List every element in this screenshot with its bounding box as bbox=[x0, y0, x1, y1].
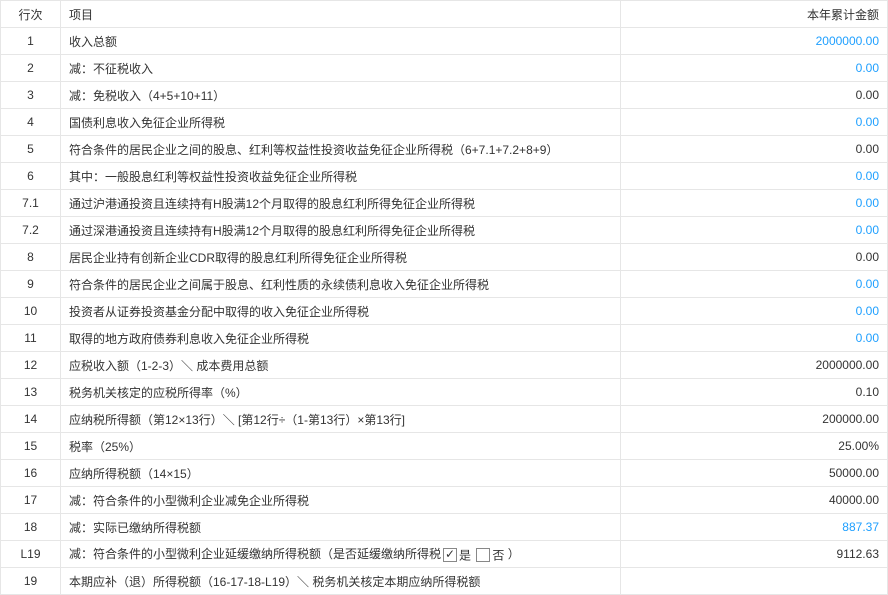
row-amount: 0.00 bbox=[621, 244, 888, 271]
row-item: 投资者从证券投资基金分配中取得的收入免征企业所得税 bbox=[61, 298, 621, 325]
header-rownum: 行次 bbox=[1, 1, 61, 28]
row-number: 19 bbox=[1, 568, 61, 595]
table-row: 15税率（25%）25.00% bbox=[1, 433, 888, 460]
row-item: 国债利息收入免征企业所得税 bbox=[61, 109, 621, 136]
row-amount[interactable]: 0.00 bbox=[621, 163, 888, 190]
row-amount: 0.10 bbox=[621, 379, 888, 406]
table-row: 3减：免税收入（4+5+10+11）0.00 bbox=[1, 82, 888, 109]
table-row: 17减：符合条件的小型微利企业减免企业所得税40000.00 bbox=[1, 487, 888, 514]
table-row: 19本期应补（退）所得税额（16-17-18-L19）＼ 税务机关核定本期应纳所… bbox=[1, 568, 888, 595]
table-row: 13税务机关核定的应税所得率（%）0.10 bbox=[1, 379, 888, 406]
row-number: 1 bbox=[1, 28, 61, 55]
row-number: 13 bbox=[1, 379, 61, 406]
row-item: 减：符合条件的小型微利企业减免企业所得税 bbox=[61, 487, 621, 514]
header-row: 行次 项目 本年累计金额 bbox=[1, 1, 888, 28]
table-row: 18减：实际已缴纳所得税额887.37 bbox=[1, 514, 888, 541]
row-amount[interactable]: 0.00 bbox=[621, 217, 888, 244]
row-item: 通过沪港通投资且连续持有H股满12个月取得的股息红利所得免征企业所得税 bbox=[61, 190, 621, 217]
row-item: 减：实际已缴纳所得税额 bbox=[61, 514, 621, 541]
row-amount[interactable]: 887.37 bbox=[621, 514, 888, 541]
row-amount: 0.00 bbox=[621, 82, 888, 109]
row-item: 减：符合条件的小型微利企业延缓缴纳所得税额（是否延缓缴纳所得税 是 否 ） bbox=[61, 541, 621, 568]
tax-table: 行次 项目 本年累计金额 1收入总额2000000.002减：不征税收入0.00… bbox=[0, 0, 888, 595]
row-item: 符合条件的居民企业之间属于股息、红利性质的永续债利息收入免征企业所得税 bbox=[61, 271, 621, 298]
row-number: 15 bbox=[1, 433, 61, 460]
row-number: 7.1 bbox=[1, 190, 61, 217]
table-row: 8居民企业持有创新企业CDR取得的股息红利所得免征企业所得税0.00 bbox=[1, 244, 888, 271]
row-number: 18 bbox=[1, 514, 61, 541]
row-number: 6 bbox=[1, 163, 61, 190]
row-number: 3 bbox=[1, 82, 61, 109]
row-amount[interactable]: 0.00 bbox=[621, 55, 888, 82]
row-number: 8 bbox=[1, 244, 61, 271]
row-number: 10 bbox=[1, 298, 61, 325]
row-item: 税率（25%） bbox=[61, 433, 621, 460]
table-row: 14应纳税所得额（第12×13行）＼ [第12行÷（1-第13行）×第13行]2… bbox=[1, 406, 888, 433]
table-row: 12应税收入额（1-2-3）＼ 成本费用总额2000000.00 bbox=[1, 352, 888, 379]
label-no: 否 bbox=[492, 548, 504, 562]
table-row: 5符合条件的居民企业之间的股息、红利等权益性投资收益免征企业所得税（6+7.1+… bbox=[1, 136, 888, 163]
row-amount[interactable]: 0.00 bbox=[621, 325, 888, 352]
row-amount[interactable]: 0.00 bbox=[621, 271, 888, 298]
table-row: 1收入总额2000000.00 bbox=[1, 28, 888, 55]
table-row: 2减：不征税收入0.00 bbox=[1, 55, 888, 82]
row-item: 收入总额 bbox=[61, 28, 621, 55]
row-item: 应纳所得税额（14×15） bbox=[61, 460, 621, 487]
row-amount: 50000.00 bbox=[621, 460, 888, 487]
row-amount[interactable]: 0.00 bbox=[621, 109, 888, 136]
row-item: 应税收入额（1-2-3）＼ 成本费用总额 bbox=[61, 352, 621, 379]
row-amount[interactable]: 0.00 bbox=[621, 298, 888, 325]
row-number: 2 bbox=[1, 55, 61, 82]
row-number: L19 bbox=[1, 541, 61, 568]
row-amount: 0.00 bbox=[621, 136, 888, 163]
table-row: 4国债利息收入免征企业所得税0.00 bbox=[1, 109, 888, 136]
row-amount bbox=[621, 568, 888, 595]
row-amount[interactable]: 0.00 bbox=[621, 190, 888, 217]
table-row: 7.2通过深港通投资且连续持有H股满12个月取得的股息红利所得免征企业所得税0.… bbox=[1, 217, 888, 244]
header-amount: 本年累计金额 bbox=[621, 1, 888, 28]
row-item: 应纳税所得额（第12×13行）＼ [第12行÷（1-第13行）×第13行] bbox=[61, 406, 621, 433]
row-amount[interactable]: 2000000.00 bbox=[621, 28, 888, 55]
row-item: 符合条件的居民企业之间的股息、红利等权益性投资收益免征企业所得税（6+7.1+7… bbox=[61, 136, 621, 163]
label-yes: 是 bbox=[459, 548, 471, 562]
table-row: 6其中：一般股息红利等权益性投资收益免征企业所得税0.00 bbox=[1, 163, 888, 190]
table-row: 16应纳所得税额（14×15）50000.00 bbox=[1, 460, 888, 487]
row-item: 减：免税收入（4+5+10+11） bbox=[61, 82, 621, 109]
row-amount: 40000.00 bbox=[621, 487, 888, 514]
row-amount: 9112.63 bbox=[621, 541, 888, 568]
row-amount: 25.00% bbox=[621, 433, 888, 460]
row-number: 4 bbox=[1, 109, 61, 136]
table-row: L19 减：符合条件的小型微利企业延缓缴纳所得税额（是否延缓缴纳所得税 是 否 ） 9… bbox=[1, 541, 888, 568]
row-item: 减：不征税收入 bbox=[61, 55, 621, 82]
table-row: 10投资者从证券投资基金分配中取得的收入免征企业所得税0.00 bbox=[1, 298, 888, 325]
row-number: 7.2 bbox=[1, 217, 61, 244]
table-row: 11取得的地方政府债券利息收入免征企业所得税0.00 bbox=[1, 325, 888, 352]
row-amount: 200000.00 bbox=[621, 406, 888, 433]
row-item: 其中：一般股息红利等权益性投资收益免征企业所得税 bbox=[61, 163, 621, 190]
row-amount: 2000000.00 bbox=[621, 352, 888, 379]
row-item: 通过深港通投资且连续持有H股满12个月取得的股息红利所得免征企业所得税 bbox=[61, 217, 621, 244]
row-item: 取得的地方政府债券利息收入免征企业所得税 bbox=[61, 325, 621, 352]
row-item: 本期应补（退）所得税额（16-17-18-L19）＼ 税务机关核定本期应纳所得税… bbox=[61, 568, 621, 595]
table-row: 9符合条件的居民企业之间属于股息、红利性质的永续债利息收入免征企业所得税0.00 bbox=[1, 271, 888, 298]
row-number: 11 bbox=[1, 325, 61, 352]
row-item: 居民企业持有创新企业CDR取得的股息红利所得免征企业所得税 bbox=[61, 244, 621, 271]
row-number: 14 bbox=[1, 406, 61, 433]
l19-prefix: 减：符合条件的小型微利企业延缓缴纳所得税额（是否延缓缴纳所得税 bbox=[69, 547, 441, 561]
row-item: 税务机关核定的应税所得率（%） bbox=[61, 379, 621, 406]
row-number: 5 bbox=[1, 136, 61, 163]
row-number: 17 bbox=[1, 487, 61, 514]
row-number: 12 bbox=[1, 352, 61, 379]
header-item: 项目 bbox=[61, 1, 621, 28]
row-number: 9 bbox=[1, 271, 61, 298]
table-row: 7.1通过沪港通投资且连续持有H股满12个月取得的股息红利所得免征企业所得税0.… bbox=[1, 190, 888, 217]
l19-suffix: ） bbox=[504, 547, 519, 561]
row-number: 16 bbox=[1, 460, 61, 487]
